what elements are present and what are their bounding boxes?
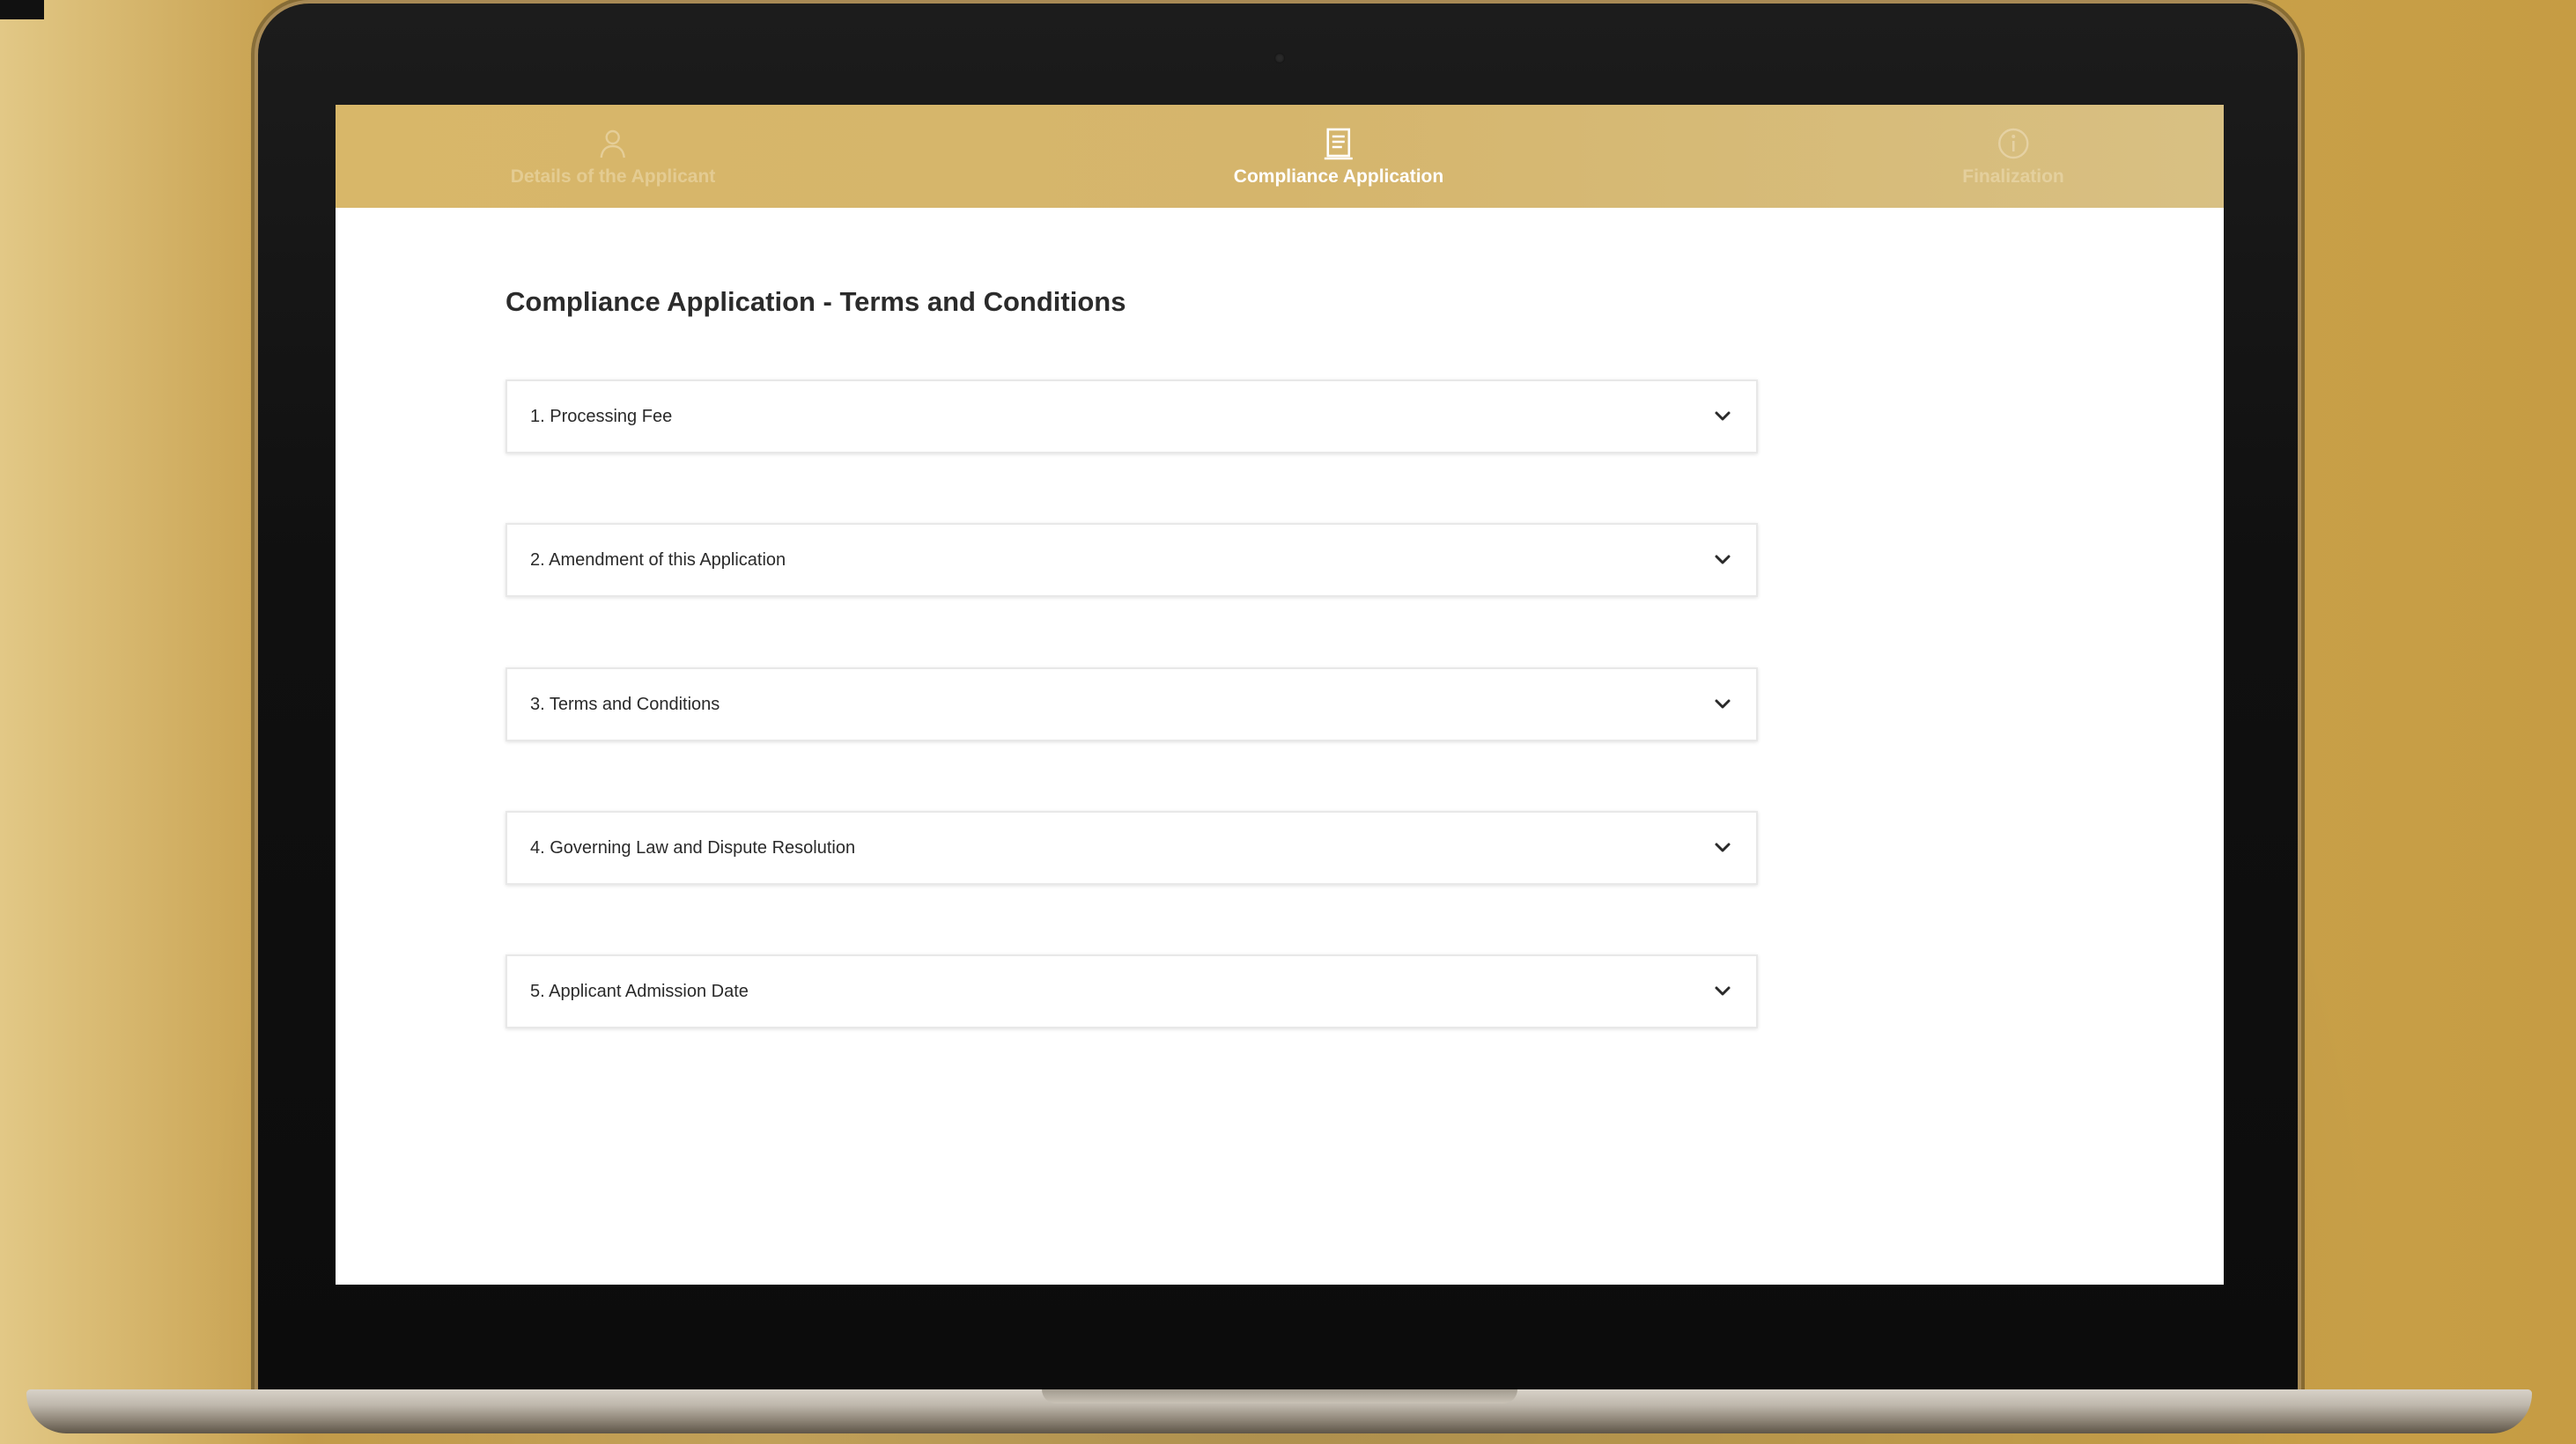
step-details-of-applicant[interactable]: Details of the Applicant [510,105,716,208]
chevron-down-icon[interactable] [1712,549,1733,571]
progress-stepper: Details of the Applicant Compliance Appl… [336,105,2224,208]
laptop-hinge-notch [1042,1389,1517,1403]
accordion-item-amendment[interactable]: 2. Amendment of this Application [506,523,1758,597]
camera-icon [1274,53,1285,63]
chevron-down-icon[interactable] [1712,981,1733,1002]
accordion-item-processing-fee[interactable]: 1. Processing Fee [506,379,1758,453]
document-icon [1324,128,1353,159]
step-label: Details of the Applicant [510,166,716,187]
chevron-down-icon[interactable] [1712,406,1733,427]
corner-mark [0,0,44,19]
page-title: Compliance Application - Terms and Condi… [506,286,1126,317]
accordion-label: 3. Terms and Conditions [530,695,720,714]
user-icon [600,129,626,158]
info-icon [1997,128,2029,158]
screen: Details of the Applicant Compliance Appl… [336,105,2224,1285]
accordion-item-governing-law[interactable]: 4. Governing Law and Dispute Resolution [506,811,1758,885]
step-compliance-application[interactable]: Compliance Application [1234,105,1443,208]
step-label: Compliance Application [1233,166,1444,187]
accordion-item-terms-and-conditions[interactable]: 3. Terms and Conditions [506,667,1758,741]
step-finalization[interactable]: Finalization [1962,105,2064,208]
chevron-down-icon[interactable] [1712,694,1733,715]
step-label: Finalization [1962,166,2064,187]
accordion-item-admission-date[interactable]: 5. Applicant Admission Date [506,954,1758,1028]
accordion-label: 2. Amendment of this Application [530,550,786,570]
accordion-label: 1. Processing Fee [530,407,673,426]
accordion-label: 5. Applicant Admission Date [530,982,749,1001]
chevron-down-icon[interactable] [1712,837,1733,858]
accordion-label: 4. Governing Law and Dispute Resolution [530,838,856,858]
